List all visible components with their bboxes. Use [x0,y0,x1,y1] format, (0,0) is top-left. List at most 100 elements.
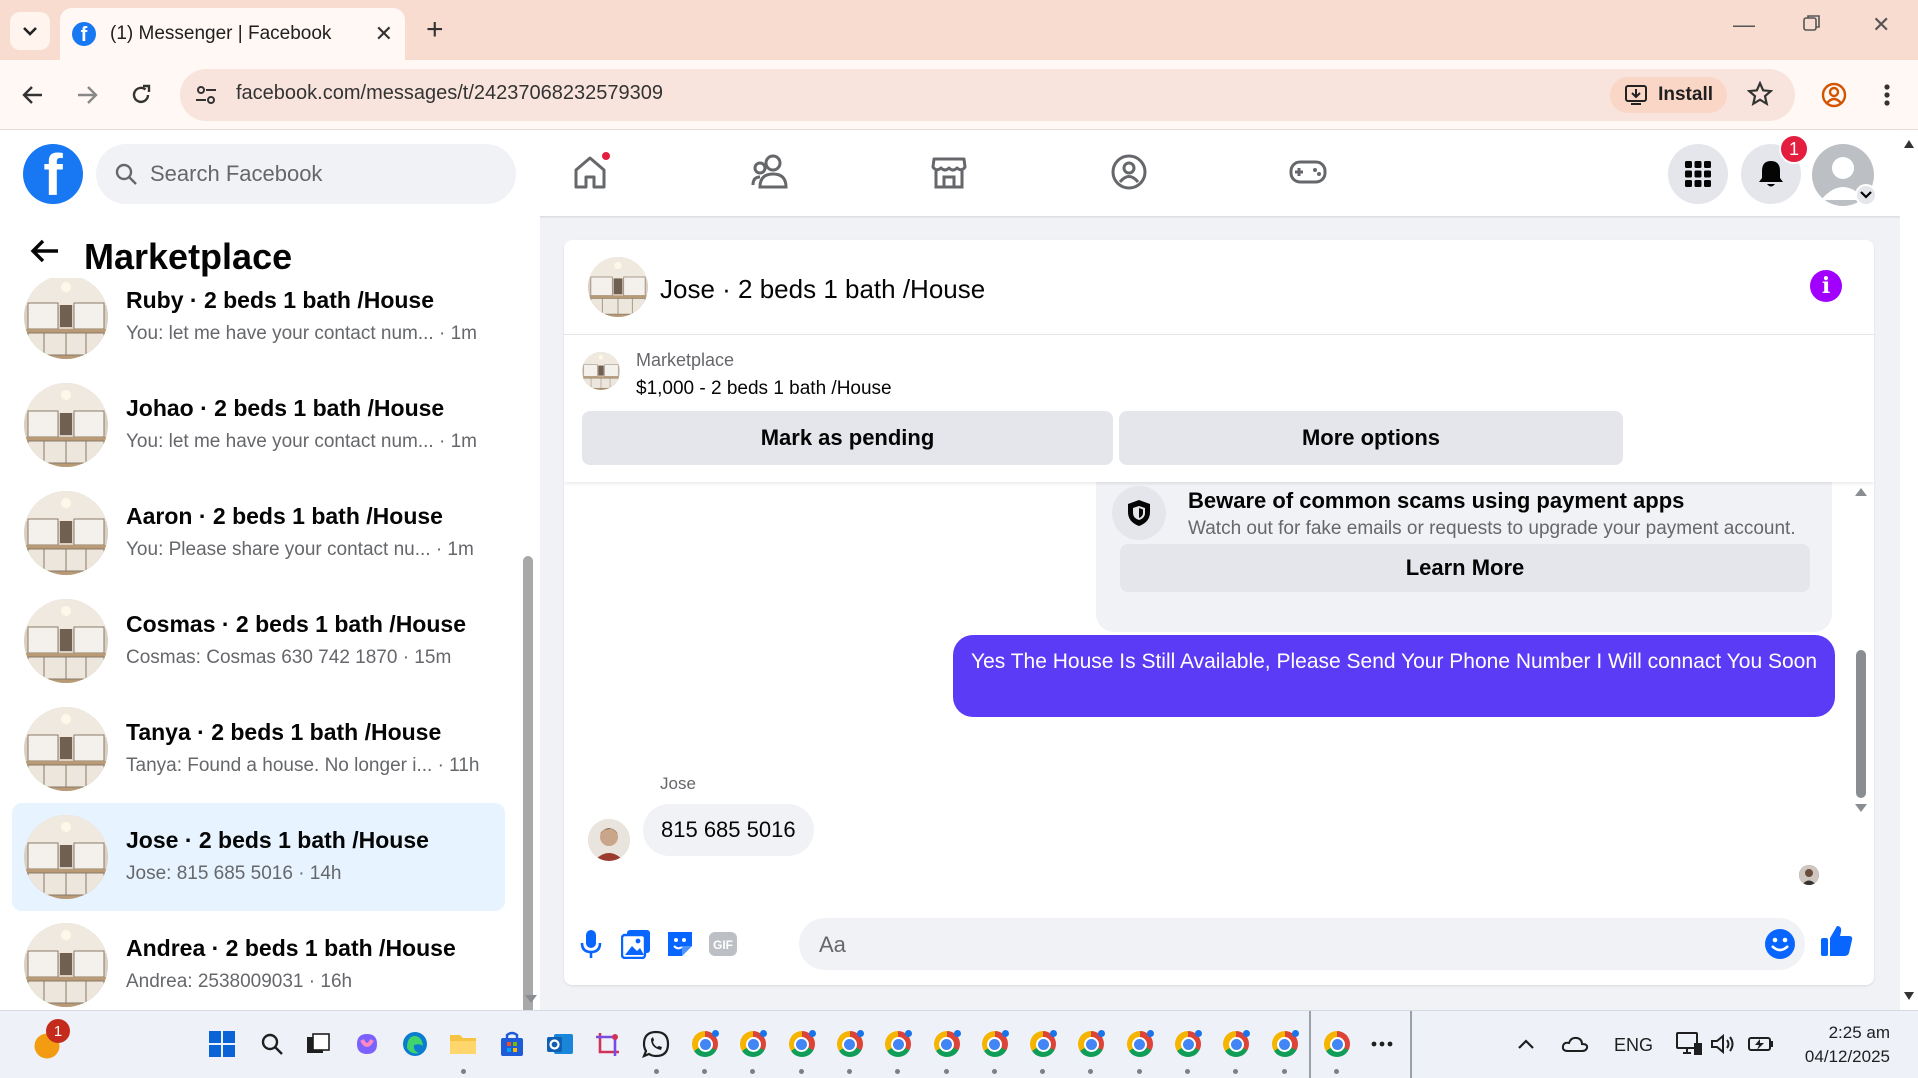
sender-avatar[interactable] [588,819,630,861]
listing-thumbnail[interactable] [588,257,648,317]
scroll-down-arrow-icon[interactable] [523,993,539,1005]
edge-button[interactable] [400,1029,430,1059]
clock-date: 04/12/2025 [1804,1047,1890,1066]
incoming-message-bubble[interactable]: 815 685 5016 [643,804,814,856]
notification-count-badge: 1 [1779,134,1809,164]
mark-as-pending-button[interactable]: Mark as pending [582,411,1113,465]
emoji-icon[interactable] [1764,928,1796,960]
new-tab-button[interactable]: + [426,15,444,45]
chrome-active-window-button[interactable] [1322,1029,1352,1059]
install-app-button[interactable]: Install [1610,77,1727,113]
minimize-window-button[interactable]: — [1733,12,1755,38]
attach-photo-button[interactable] [619,927,653,961]
chat-panel: Jose · 2 beds 1 bath /House i Marketplac… [564,240,1874,985]
message-scrollbar-thumb[interactable] [1856,650,1866,798]
microphone-icon [580,930,602,958]
sticker-button[interactable] [663,927,697,961]
conversation-preview: Cosmas: Cosmas 630 742 1870 · 15m [126,647,452,668]
send-like-button[interactable] [1820,924,1854,958]
listing-card-thumbnail[interactable] [582,352,620,390]
listing-price[interactable]: $1,000 - 2 beds 1 bath /House [636,378,892,400]
chrome-update-dot [1195,1030,1202,1037]
home-new-dot [600,150,612,162]
store-icon [501,1031,523,1056]
conversation-preview: You: let me have your contact num... · 1… [126,431,477,452]
conversation-item[interactable]: Ruby · 2 beds 1 bath /House You: let me h… [12,263,505,371]
volume-button[interactable] [1708,1029,1738,1059]
conversation-item[interactable]: Johao · 2 beds 1 bath /House You: let me … [12,371,505,479]
input-language[interactable]: ENG [1614,1035,1653,1056]
scrollbar-thumb[interactable] [523,556,533,1010]
message-scrollbar[interactable] [1852,482,1870,902]
tab-search-dropdown[interactable] [10,12,50,50]
conversation-item[interactable]: Aaron · 2 beds 1 bath /House You: Please … [12,479,505,587]
install-icon [1625,85,1648,105]
url-text[interactable]: facebook.com/messages/t/2423706823257930… [236,82,663,105]
snipping-tool-button[interactable] [593,1029,623,1059]
conversation-item[interactable]: Cosmas · 2 beds 1 bath /House Cosmas: Cos… [12,587,505,695]
menu-grid-button[interactable] [1668,144,1728,204]
panel-title: Marketplace [84,236,293,277]
whatsapp-button[interactable] [641,1029,671,1059]
bookmark-star-icon[interactable] [1747,81,1773,107]
listing-label: Marketplace [636,350,735,370]
start-button[interactable] [207,1029,237,1059]
learn-more-button[interactable]: Learn More [1120,544,1810,592]
restore-window-button[interactable] [1803,14,1821,32]
site-settings-icon[interactable] [194,83,218,107]
back-arrow-icon[interactable] [30,238,60,264]
account-menu-chevron-icon[interactable] [1855,184,1877,206]
system-clock[interactable]: 2:25 am 04/12/2025 [1805,1021,1890,1069]
outlook-button[interactable] [545,1029,575,1059]
copilot-button[interactable] [352,1029,382,1059]
search-icon [115,163,137,185]
gaming-nav-button[interactable] [1286,150,1330,194]
page-scrollbar[interactable] [1900,130,1918,1010]
friends-nav-button[interactable] [748,150,792,194]
message-input[interactable]: Aa [799,918,1805,970]
voice-clip-button[interactable] [574,927,608,961]
message-composer: GIF Aa [564,902,1874,985]
chat-title[interactable]: Jose · 2 beds 1 bath /House [660,274,985,305]
taskbar-search-button[interactable] [257,1029,287,1059]
conversation-name: Tanya · 2 beds 1 bath /House [126,719,442,745]
outgoing-message-bubble[interactable]: Yes The House Is Still Available, Please… [953,635,1835,717]
tab-close-icon[interactable]: ✕ [375,21,393,47]
browser-menu-button[interactable] [1872,80,1902,110]
conversation-item[interactable]: Tanya · 2 beds 1 bath /House Tanya: Found… [12,695,505,803]
conversation-item[interactable]: Jose · 2 beds 1 bath /House Jose: 815 685… [12,803,505,911]
gif-button[interactable]: GIF [706,927,740,961]
marketplace-nav-button[interactable] [927,150,971,194]
browser-tab-messenger[interactable]: f (1) Messenger | Facebook ✕ [60,8,405,60]
battery-button[interactable] [1746,1029,1776,1059]
conversation-name: Johao · 2 beds 1 bath /House [126,395,445,421]
groups-nav-button[interactable] [1107,150,1151,194]
more-options-button[interactable]: More options [1119,411,1623,465]
search-placeholder: Search Facebook [150,161,323,186]
conversation-thumbnail [24,599,108,683]
network-button[interactable] [1674,1029,1704,1059]
conversation-name: Cosmas · 2 beds 1 bath /House [126,611,466,637]
home-nav-button[interactable] [568,150,612,194]
windows-taskbar: 1 ENG 2:25 am 04/12/2025 [0,1010,1918,1078]
facebook-logo-icon[interactable]: f [23,144,83,204]
conversation-scrollbar[interactable] [520,286,536,1010]
image-icon [621,930,650,959]
show-hidden-icons-button[interactable] [1511,1029,1541,1059]
close-window-button[interactable]: ✕ [1872,12,1890,38]
back-button[interactable] [18,80,48,110]
folder-icon [450,1035,476,1054]
file-explorer-button[interactable] [448,1029,478,1059]
info-icon[interactable]: i [1810,270,1842,302]
conversation-item[interactable]: Andrea · 2 beds 1 bath /House Andrea: 253… [12,911,505,1010]
reload-button[interactable] [126,80,156,110]
address-bar[interactable]: facebook.com/messages/t/2423706823257930… [180,69,1795,121]
facebook-search-input[interactable]: Search Facebook [96,144,516,204]
edge-icon [403,1032,427,1056]
profile-button[interactable] [1819,80,1849,110]
onedrive-button[interactable] [1560,1029,1590,1059]
more-windows-button[interactable] [1367,1029,1397,1059]
forward-button[interactable] [72,80,102,110]
store-button[interactable] [497,1029,527,1059]
task-view-button[interactable] [303,1029,333,1059]
